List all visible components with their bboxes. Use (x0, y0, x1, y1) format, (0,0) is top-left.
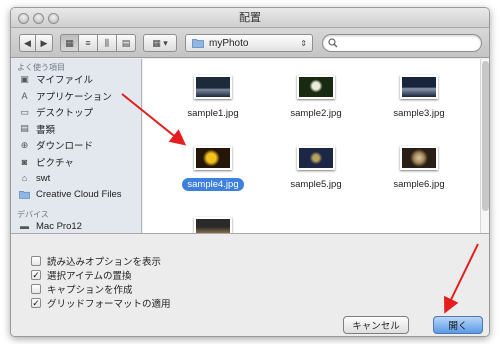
sidebar-item-label: デスクトップ (36, 108, 94, 120)
sidebar-item-label: swt (36, 172, 51, 184)
icon-view-button[interactable]: ▦ (60, 34, 79, 52)
minimize-window-button[interactable] (33, 13, 44, 24)
file-item[interactable]: sample1.jpg (173, 75, 253, 120)
option-create-caption[interactable]: キャプションを作成 (31, 282, 133, 296)
option-label: キャプションを作成 (47, 285, 133, 296)
option-show-import-options[interactable]: 読み込みオプションを表示 (31, 254, 161, 268)
downloads-icon: ⊕ (20, 139, 29, 150)
column-view-icon: ⫼ (104, 37, 110, 48)
coverflow-view-button[interactable]: ▤ (117, 34, 136, 52)
chevron-left-icon: ◀ (24, 37, 31, 48)
file-item[interactable]: sample5.jpg (276, 146, 356, 191)
open-dialog-window: 配置 ◀ ▶ ▦ ≡ ⫼ ▤ ▦ ▾ myPhoto ⇕ よく使う項目 ▣ マイ… (10, 7, 490, 337)
location-popup[interactable]: myPhoto ⇕ (185, 34, 313, 52)
sidebar-item-creative-cloud[interactable]: Creative Cloud Files (11, 187, 141, 204)
option-apply-grid-format[interactable]: ✓ グリッドフォーマットの適用 (31, 296, 171, 310)
sidebar-item-downloads[interactable]: ⊕ ダウンロード (11, 137, 141, 154)
sidebar-item-label: マイファイル (36, 75, 94, 87)
file-browser: sample1.jpg sample2.jpg sample3.jpg samp… (143, 59, 480, 241)
image-thumbnail (194, 146, 232, 170)
search-input[interactable] (341, 37, 477, 49)
file-name: sample3.jpg (393, 108, 445, 119)
search-field[interactable] (322, 34, 482, 52)
option-replace-selected[interactable]: ✓ 選択アイテムの置換 (31, 268, 132, 282)
image-thumbnail (194, 75, 232, 99)
sidebar-item-label: Creative Cloud Files (36, 189, 122, 201)
folder-icon (192, 39, 204, 48)
close-window-button[interactable] (18, 13, 29, 24)
checkbox-unchecked[interactable] (31, 256, 41, 266)
devices-header: デバイス (17, 210, 49, 219)
home-icon: ⌂ (21, 173, 28, 184)
sidebar-item-pictures[interactable]: ◙ ピクチャ (11, 154, 141, 171)
checkmark-icon: ✓ (32, 297, 40, 308)
all-my-files-icon: ▣ (20, 73, 29, 84)
checkbox-checked[interactable]: ✓ (31, 270, 41, 280)
image-thumbnail (297, 146, 335, 170)
option-label: グリッドフォーマットの適用 (47, 299, 171, 310)
file-item[interactable]: sample6.jpg (379, 146, 459, 191)
sidebar-item-label: 書類 (36, 124, 56, 136)
file-name: sample2.jpg (290, 108, 342, 119)
sidebar-item-desktop[interactable]: ▭ デスクトップ (11, 104, 141, 121)
file-item-selected[interactable]: sample4.jpg (173, 139, 253, 191)
vertical-scrollbar[interactable] (480, 59, 489, 233)
scrollbar-thumb[interactable] (482, 61, 489, 211)
forward-button[interactable]: ▶ (36, 34, 53, 52)
computer-icon: ▬ (20, 221, 29, 232)
cancel-button[interactable]: キャンセル (343, 316, 409, 334)
file-name: sample6.jpg (393, 179, 445, 190)
desktop-icon: ▭ (20, 106, 29, 117)
file-name: sample1.jpg (187, 108, 239, 119)
applications-icon: A (21, 90, 28, 101)
sidebar-item-applications[interactable]: A アプリケーション (11, 88, 141, 105)
favorites-header: よく使う項目 (17, 63, 65, 72)
sidebar-item-label: アプリケーション (36, 91, 112, 103)
title-bar: 配置 (11, 8, 489, 28)
option-label: 読み込みオプションを表示 (47, 257, 162, 268)
icon-view-icon: ▦ (65, 37, 74, 48)
open-button[interactable]: 開く (433, 316, 483, 334)
file-name: sample4.jpg (182, 178, 244, 191)
column-view-button[interactable]: ⫼ (98, 34, 117, 52)
checkbox-unchecked[interactable] (31, 284, 41, 294)
list-view-icon: ≡ (85, 38, 91, 48)
location-label: myPhoto (209, 37, 249, 49)
sidebar: よく使う項目 ▣ マイファイル A アプリケーション ▭ デスクトップ ▤ 書類… (11, 59, 142, 233)
coverflow-view-icon: ▤ (121, 37, 131, 48)
grid-arrange-icon: ▦ ▾ (152, 37, 168, 48)
sidebar-item-label: ピクチャ (36, 157, 74, 169)
image-thumbnail (400, 75, 438, 99)
back-button[interactable]: ◀ (19, 34, 36, 52)
pictures-icon: ◙ (21, 156, 28, 167)
list-view-button[interactable]: ≡ (79, 34, 98, 52)
folder-icon (19, 189, 30, 200)
window-title: 配置 (239, 12, 261, 24)
updown-chevron-icon: ⇕ (300, 38, 307, 48)
sidebar-item-label: ダウンロード (36, 141, 94, 153)
search-icon (328, 38, 338, 48)
image-thumbnail (400, 146, 438, 170)
chevron-right-icon: ▶ (40, 37, 48, 48)
documents-icon: ▤ (20, 123, 29, 134)
import-options-panel: 読み込みオプションを表示 ✓ 選択アイテムの置換 キャプションを作成 ✓ グリッ… (11, 234, 489, 336)
sidebar-item-documents[interactable]: ▤ 書類 (11, 121, 141, 138)
sidebar-item-label: Mac Pro12 (36, 220, 82, 232)
file-item[interactable]: sample3.jpg (379, 75, 459, 120)
zoom-window-button[interactable] (48, 13, 59, 24)
checkmark-icon: ✓ (32, 269, 40, 280)
sidebar-item-all-my-files[interactable]: ▣ マイファイル (11, 71, 141, 88)
toolbar: ◀ ▶ ▦ ≡ ⫼ ▤ ▦ ▾ myPhoto ⇕ (11, 28, 489, 58)
checkbox-checked[interactable]: ✓ (31, 298, 41, 308)
arrange-menu-button[interactable]: ▦ ▾ (143, 34, 177, 52)
option-label: 選択アイテムの置換 (47, 271, 132, 282)
file-name: sample5.jpg (290, 179, 342, 190)
sidebar-item-home[interactable]: ⌂ swt (11, 170, 141, 187)
file-item[interactable]: sample2.jpg (276, 75, 356, 120)
image-thumbnail (297, 75, 335, 99)
